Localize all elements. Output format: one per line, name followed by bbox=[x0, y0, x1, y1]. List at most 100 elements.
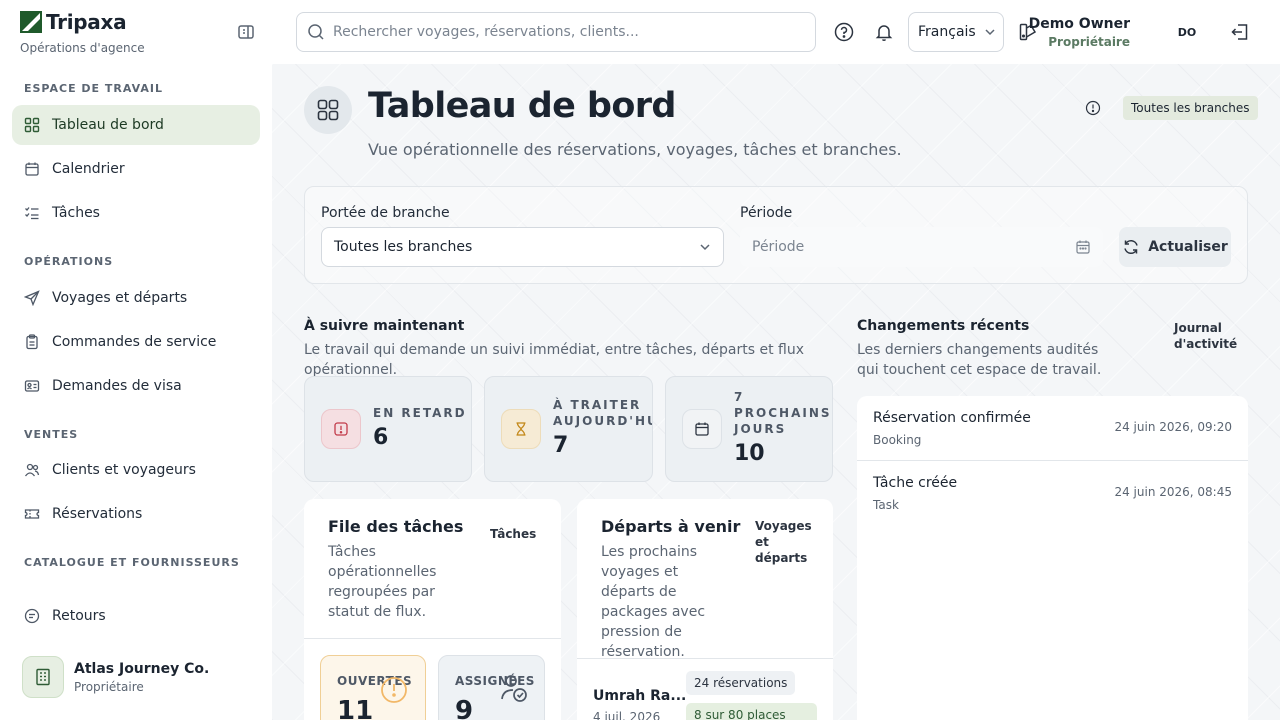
activity-log-link[interactable]: Journal d'activité bbox=[1174, 320, 1237, 352]
branch-scope-label: Portée de branche bbox=[321, 205, 450, 221]
building-icon bbox=[22, 656, 64, 698]
change-time: 24 juin 2026, 08:45 bbox=[1114, 485, 1232, 499]
clipboard-icon bbox=[26, 334, 38, 350]
departure-name[interactable]: Umrah Ra... bbox=[593, 688, 686, 704]
org-role: Propriétaire bbox=[74, 679, 144, 694]
branch-scope-select[interactable]: Toutes les branches bbox=[321, 227, 724, 267]
departures-subtitle: Les prochains voyages et départs de pack… bbox=[601, 544, 706, 660]
user-check-icon bbox=[501, 675, 527, 702]
seats-badge: 8 sur 80 places bbox=[686, 703, 817, 720]
open-tasks-tile[interactable]: OUVERTES 11 bbox=[320, 655, 426, 720]
id-card-icon bbox=[24, 380, 40, 392]
alert-circle-icon bbox=[381, 677, 407, 703]
sidebar-item-label: Commandes de service bbox=[52, 334, 217, 350]
user-role: Propriétaire bbox=[1048, 35, 1130, 49]
brand[interactable]: Tripaxa bbox=[20, 10, 127, 34]
ticket-icon bbox=[24, 509, 40, 519]
sidebar-item-label: Clients et voyageurs bbox=[52, 462, 196, 478]
plane-icon bbox=[24, 290, 40, 306]
users-icon bbox=[24, 463, 40, 477]
alert-icon bbox=[321, 409, 361, 449]
help-icon[interactable] bbox=[834, 22, 854, 42]
divider bbox=[577, 658, 833, 659]
period-picker[interactable]: Période bbox=[740, 227, 1103, 267]
sidebar-item-label: Réservations bbox=[52, 506, 143, 522]
sidebar-item-calendar[interactable]: Calendrier bbox=[12, 149, 260, 189]
brand-name: Tripaxa bbox=[46, 10, 127, 34]
refresh-icon bbox=[1124, 240, 1138, 254]
search-icon bbox=[308, 24, 324, 40]
sidebar-item-clients[interactable]: Clients et voyageurs bbox=[12, 450, 260, 490]
stat-label: 7 PROCHAINS JOURS bbox=[734, 390, 832, 436]
refresh-button[interactable]: Actualiser bbox=[1119, 227, 1231, 267]
sidebar-item-returns[interactable]: Retours bbox=[12, 596, 260, 636]
assigned-tasks-value: 9 bbox=[455, 696, 474, 720]
sidebar-item-service-orders[interactable]: Commandes de service bbox=[12, 322, 260, 362]
stat-next-7-days[interactable]: 7 PROCHAINS JOURS 10 bbox=[665, 376, 833, 482]
trips-link[interactable]: Voyages et départs bbox=[755, 518, 812, 566]
info-icon[interactable] bbox=[1085, 100, 1101, 116]
sidebar-item-tasks[interactable]: Tâches bbox=[12, 193, 260, 233]
sidebar-item-label: Calendrier bbox=[52, 161, 125, 177]
period-label: Période bbox=[740, 205, 793, 221]
sidebar-item-visa[interactable]: Demandes de visa bbox=[12, 366, 260, 406]
stat-value: 6 bbox=[373, 425, 389, 450]
change-row[interactable]: Tâche créée Task 24 juin 2026, 08:45 bbox=[857, 461, 1248, 526]
change-type: Task bbox=[873, 498, 899, 512]
tasks-icon bbox=[25, 207, 39, 220]
global-search[interactable] bbox=[296, 12, 816, 52]
sidebar-item-bookings[interactable]: Réservations bbox=[12, 494, 260, 534]
calendar-icon bbox=[682, 409, 722, 449]
stat-value: 10 bbox=[734, 441, 765, 466]
message-icon bbox=[24, 608, 40, 624]
change-time: 24 juin 2026, 09:20 bbox=[1114, 420, 1232, 434]
org-name: Atlas Journey Co. bbox=[74, 660, 210, 677]
change-type: Booking bbox=[873, 433, 922, 447]
sidebar-item-dashboard[interactable]: Tableau de bord bbox=[12, 105, 260, 145]
follow-up-subtitle: Le travail qui demande un suivi immédiat… bbox=[304, 342, 804, 378]
sidebar-collapse-icon[interactable] bbox=[236, 23, 256, 41]
open-tasks-value: 11 bbox=[337, 696, 374, 720]
stat-today[interactable]: À TRAITER AUJOURD'HUI 7 bbox=[484, 376, 653, 482]
brand-subtitle: Opérations d'agence bbox=[20, 41, 145, 55]
sidebar-item-label: Retours bbox=[52, 608, 106, 624]
recent-changes-title: Changements récents bbox=[857, 318, 1030, 334]
sidebar: Tripaxa Opérations d'agence ESPACE DE TR… bbox=[0, 0, 272, 720]
task-queue-title: File des tâches bbox=[328, 517, 464, 536]
stat-label: EN RETARD bbox=[373, 406, 467, 420]
stat-overdue[interactable]: EN RETARD 6 bbox=[304, 376, 472, 482]
divider bbox=[304, 638, 561, 639]
chevron-down-icon bbox=[985, 29, 995, 36]
search-input[interactable] bbox=[333, 24, 793, 40]
dashboard-icon bbox=[24, 117, 40, 133]
change-title: Tâche créée bbox=[873, 475, 958, 491]
calendar-icon bbox=[25, 162, 39, 176]
nav-section-sales: VENTES bbox=[24, 428, 79, 441]
language-select[interactable]: Français bbox=[908, 12, 1004, 52]
hourglass-icon bbox=[501, 409, 541, 449]
calendar-icon bbox=[1076, 240, 1090, 254]
brand-logo-icon bbox=[20, 11, 42, 33]
assigned-tasks-tile[interactable]: ASSIGNÉES 9 bbox=[438, 655, 545, 720]
bell-icon[interactable] bbox=[874, 22, 894, 42]
organization-switcher[interactable]: Atlas Journey Co. Propriétaire bbox=[12, 646, 260, 708]
refresh-label: Actualiser bbox=[1148, 239, 1228, 255]
departure-date: 4 juil. 2026 bbox=[593, 710, 661, 720]
tasks-link[interactable]: Tâches bbox=[490, 526, 536, 542]
bookings-count-badge: 24 réservations bbox=[686, 671, 796, 695]
sidebar-item-trips[interactable]: Voyages et départs bbox=[12, 278, 260, 318]
sidebar-item-label: Voyages et départs bbox=[52, 290, 188, 306]
language-value: Français bbox=[918, 24, 976, 40]
page-subtitle: Vue opérationnelle des réservations, voy… bbox=[368, 140, 902, 159]
sidebar-item-label: Demandes de visa bbox=[52, 378, 182, 394]
change-row[interactable]: Réservation confirmée Booking 24 juin 20… bbox=[857, 396, 1248, 461]
nav-section-catalog: CATALOGUE ET FOURNISSEURS bbox=[24, 556, 240, 569]
user-name[interactable]: Demo Owner bbox=[1029, 16, 1130, 32]
nav-section-workspace: ESPACE DE TRAVAIL bbox=[24, 82, 164, 95]
avatar[interactable]: DO bbox=[1170, 16, 1204, 48]
logout-icon[interactable] bbox=[1230, 22, 1250, 42]
follow-up-title: À suivre maintenant bbox=[304, 318, 465, 334]
change-title: Réservation confirmée bbox=[873, 410, 1031, 426]
stat-label: À TRAITER AUJOURD'HUI bbox=[553, 398, 652, 428]
page-icon bbox=[304, 86, 352, 134]
